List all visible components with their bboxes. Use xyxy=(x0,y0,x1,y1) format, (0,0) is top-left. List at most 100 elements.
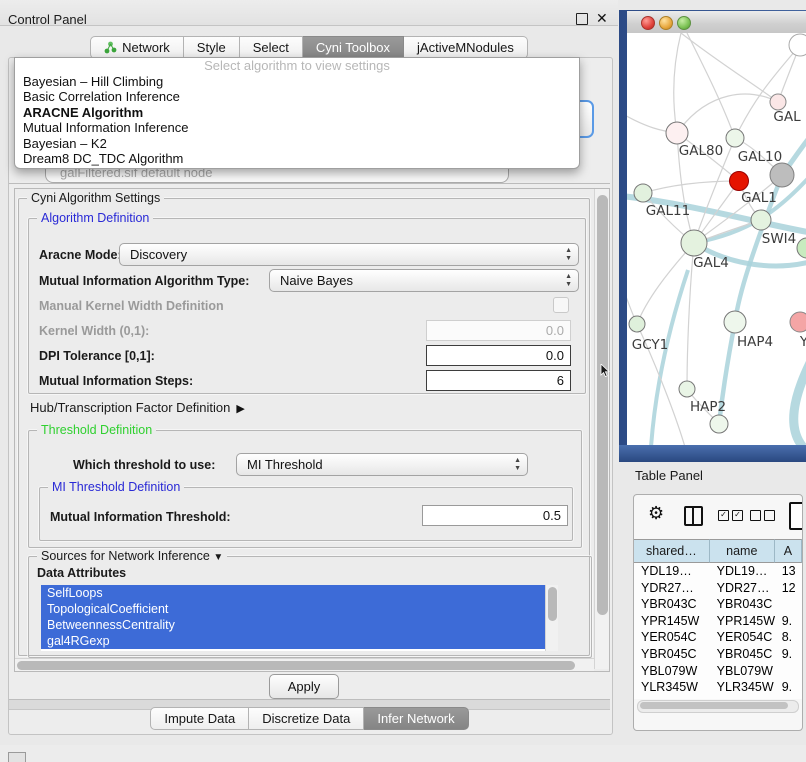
cyni-algorithm-settings-title: Cyni Algorithm Settings xyxy=(27,191,164,205)
table-row[interactable]: YIL052CYIL052C9 xyxy=(634,696,802,699)
attribute-item[interactable]: gal4RGexp xyxy=(41,633,557,649)
table-cell: 12 xyxy=(775,580,802,597)
table-cell: YER054C xyxy=(634,629,710,646)
tab-infer-network[interactable]: Infer Network xyxy=(364,707,468,730)
apply-button[interactable]: Apply xyxy=(269,674,339,699)
settings-vscrollbar[interactable] xyxy=(594,189,609,669)
select-all-columns-icon[interactable]: ✓ ✓ xyxy=(718,510,743,521)
columns-icon[interactable] xyxy=(684,506,703,526)
export-table-icon[interactable] xyxy=(789,502,803,530)
close-window-icon[interactable] xyxy=(641,16,655,30)
zoom-window-icon[interactable] xyxy=(677,16,691,30)
minimized-panel-icon[interactable] xyxy=(8,752,26,762)
table-hscrollbar-thumb[interactable] xyxy=(640,702,788,709)
table-row[interactable]: YBR043CYBR043C xyxy=(634,596,802,613)
table-cell: 9 xyxy=(775,696,802,699)
table-cell: 13 xyxy=(775,563,802,580)
gear-icon[interactable]: ⚙ xyxy=(648,503,664,524)
network-node[interactable] xyxy=(710,415,728,433)
network-node[interactable] xyxy=(789,34,806,56)
network-node[interactable] xyxy=(790,312,806,332)
tab-impute-data[interactable]: Impute Data xyxy=(150,707,249,730)
table-row[interactable]: YER054CYER054C8. xyxy=(634,629,802,646)
column-header[interactable]: A xyxy=(775,539,802,563)
attribute-item[interactable]: BetweennessCentrality xyxy=(41,617,557,633)
tab-jactivemnodules[interactable]: jActiveMNodules xyxy=(404,36,528,59)
which-threshold-combo[interactable]: MI Threshold ▲▼ xyxy=(236,453,528,476)
aracne-mode-combo[interactable]: Discovery ▲▼ xyxy=(119,243,579,266)
hub-definition-toggle[interactable]: Hub/Transcription Factor Definition▶ xyxy=(30,400,245,415)
mi-steps-field[interactable]: 6 xyxy=(426,370,571,391)
network-window-titlebar[interactable] xyxy=(627,11,806,34)
tab-discretize-data[interactable]: Discretize Data xyxy=(249,707,364,730)
attributes-scrollbar[interactable] xyxy=(545,585,558,651)
settings-hscrollbar-thumb[interactable] xyxy=(17,661,575,670)
threshold-definition-title: Threshold Definition xyxy=(37,423,156,437)
algorithm-option[interactable]: Basic Correlation Inference xyxy=(15,89,579,104)
algorithm-option[interactable]: Mutual Information Inference xyxy=(15,120,579,135)
network-node[interactable] xyxy=(726,129,744,147)
kernel-width-label: Kernel Width (0,1): xyxy=(39,324,149,338)
network-node-label: SWI4 xyxy=(762,231,797,247)
manual-kernel-checkbox[interactable] xyxy=(553,297,569,313)
mi-type-combo[interactable]: Naive Bayes ▲▼ xyxy=(269,269,579,292)
close-icon[interactable]: ✕ xyxy=(596,10,608,27)
deselect-all-columns-icon[interactable] xyxy=(750,510,775,521)
mi-threshold-field[interactable]: 0.5 xyxy=(422,505,568,526)
network-canvas[interactable]: GALGAL80GAL10GAL1GAL11SWI4GAL4GCY1HAP4YH… xyxy=(627,33,806,445)
algorithm-option[interactable]: ARACNE Algorithm xyxy=(15,105,579,120)
table-cell: 9. xyxy=(775,613,802,630)
table-row[interactable]: YBL079WYBL079W xyxy=(634,663,802,680)
network-node[interactable] xyxy=(770,163,794,187)
table-row[interactable]: YDR27…YDR27…12 xyxy=(634,580,802,597)
settings-vscrollbar-thumb[interactable] xyxy=(597,195,608,615)
tab-network[interactable]: Network xyxy=(90,36,184,59)
minimize-window-icon[interactable] xyxy=(659,16,673,30)
network-node[interactable] xyxy=(679,381,695,397)
table-cell xyxy=(775,663,802,680)
tab-select[interactable]: Select xyxy=(240,36,303,59)
tab-style[interactable]: Style xyxy=(184,36,240,59)
table-cell: YER054C xyxy=(710,629,775,646)
attributes-scrollbar-thumb[interactable] xyxy=(548,587,557,621)
tab-label: Infer Network xyxy=(377,711,454,726)
network-node[interactable] xyxy=(681,230,707,256)
float-window-icon[interactable] xyxy=(576,13,588,25)
table-cell: YBR043C xyxy=(634,596,710,613)
table-panel-title: Table Panel xyxy=(635,468,703,483)
attribute-item[interactable]: TopologicalCoefficient xyxy=(41,601,557,617)
table-cell: YDR27… xyxy=(710,580,775,597)
table-cell: YDL19… xyxy=(634,563,710,580)
table-row[interactable]: YBR045CYBR045C9. xyxy=(634,646,802,663)
network-node[interactable] xyxy=(629,316,645,332)
table-cell: YLR345W xyxy=(634,679,710,696)
algorithm-option[interactable]: Dream8 DC_TDC Algorithm xyxy=(15,151,579,166)
algorithm-option[interactable]: Bayesian – Hill Climbing xyxy=(15,74,579,89)
network-node[interactable] xyxy=(797,238,806,258)
network-node[interactable] xyxy=(770,94,786,110)
attribute-item[interactable]: SelfLoops xyxy=(41,585,557,601)
network-node[interactable] xyxy=(666,122,688,144)
algorithm-option[interactable]: Bayesian – K2 xyxy=(15,136,579,151)
table-row[interactable]: YLR345WYLR345W9. xyxy=(634,679,802,696)
table-hscrollbar[interactable] xyxy=(637,700,799,713)
table-cell: YBR043C xyxy=(710,596,775,613)
network-node[interactable] xyxy=(751,210,771,230)
settings-hscrollbar[interactable] xyxy=(15,658,594,671)
dpi-tolerance-field[interactable]: 0.0 xyxy=(426,345,571,366)
column-header[interactable]: name xyxy=(710,539,775,563)
table-cell: 9. xyxy=(775,646,802,663)
unchecked-box-icon xyxy=(764,510,775,521)
table-row[interactable]: YDL19…YDL19…13 xyxy=(634,563,802,580)
kernel-width-field[interactable]: 0.0 xyxy=(426,320,571,341)
sources-toggle[interactable]: Sources for Network Inference ▼ xyxy=(37,549,227,563)
sources-title: Sources for Network Inference xyxy=(41,549,210,563)
network-node[interactable] xyxy=(724,311,746,333)
network-node-label: GAL80 xyxy=(679,143,723,159)
network-node[interactable] xyxy=(634,184,652,202)
network-node[interactable] xyxy=(730,172,749,191)
table-row[interactable]: YPR145WYPR145W9. xyxy=(634,613,802,630)
tab-cyni-toolbox[interactable]: Cyni Toolbox xyxy=(303,36,404,59)
column-header[interactable]: shared… xyxy=(634,539,710,563)
algorithm-definition-title: Algorithm Definition xyxy=(37,211,153,225)
